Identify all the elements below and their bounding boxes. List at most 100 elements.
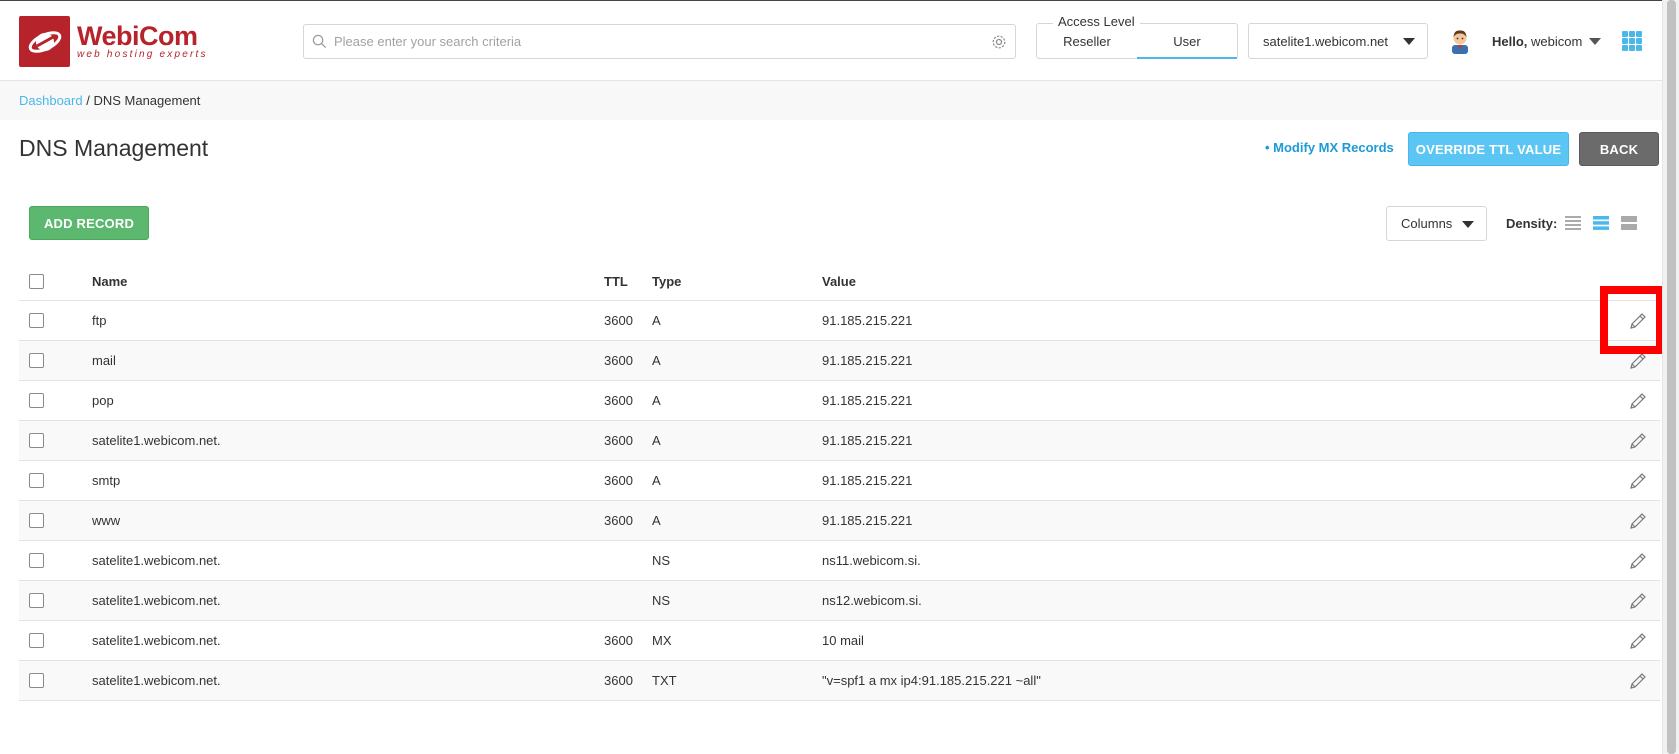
cell-name: mail [92,353,116,368]
breadcrumb-separator: / [82,93,94,108]
select-all-checkbox[interactable] [29,274,44,289]
row-checkbox[interactable] [29,553,44,568]
table-row: pop 3600 A 91.185.215.221 [19,381,1660,421]
gear-icon[interactable] [991,34,1007,50]
access-level-label: Access Level [1053,14,1140,29]
add-record-button[interactable]: ADD RECORD [29,206,149,240]
cell-type: A [652,353,661,368]
row-checkbox[interactable] [29,513,44,528]
pencil-icon[interactable] [1628,431,1648,451]
dns-records-table: Name TTL Type Value ftp 3600 A 91.185.215.2… [19,261,1660,701]
cell-type: A [652,513,661,528]
page-title: DNS Management [19,135,209,161]
columns-button[interactable]: Columns [1386,206,1487,241]
table-header-row: Name TTL Type Value [19,261,1660,301]
cell-value: "v=spf1 a mx ip4:91.185.215.221 ~all" [822,673,1041,688]
density-compact-icon[interactable] [1565,215,1581,231]
scrollbar-thumb[interactable] [1667,0,1676,754]
chevron-down-icon [1403,38,1415,45]
columns-button-label: Columns [1401,216,1453,231]
access-option-user[interactable]: User [1137,34,1237,59]
top-header: WebiCom web hosting experts Access Level… [0,0,1679,81]
vertical-scrollbar[interactable] [1662,0,1679,754]
density-standard-icon[interactable] [1593,215,1609,231]
breadcrumb: Dashboard / DNS Management [0,81,1662,120]
cell-name: satelite1.webicom.net. [92,433,221,448]
row-checkbox[interactable] [29,473,44,488]
row-checkbox[interactable] [29,313,44,328]
cell-name: www [92,513,121,528]
avatar[interactable] [1449,28,1471,54]
pencil-icon[interactable] [1628,511,1648,531]
search-input[interactable] [334,34,974,49]
cell-type: A [652,433,661,448]
cell-ttl: 3600 [604,633,633,648]
table-row: satelite1.webicom.net. NS ns12.webicom.si. [19,581,1660,621]
row-checkbox[interactable] [29,393,44,408]
search-icon [312,34,328,50]
highlight-box [1600,286,1664,354]
table-body: ftp 3600 A 91.185.215.221 mail 3600 A 91.185.21… [19,301,1660,701]
cell-value: 10 mail [822,633,864,648]
pencil-icon[interactable] [1628,631,1648,651]
back-button[interactable]: BACK [1579,132,1659,166]
column-header-ttl[interactable]: TTL [604,274,628,289]
column-header-value[interactable]: Value [822,274,856,289]
override-ttl-button[interactable]: OVERRIDE TTL VALUE [1408,132,1569,166]
cell-name: satelite1.webicom.net. [92,673,221,688]
pencil-icon[interactable] [1628,671,1648,691]
cell-name: ftp [92,313,107,328]
logo-name: WebiCom [77,21,198,51]
modify-mx-records-link[interactable]: • Modify MX Records [1265,140,1394,155]
density-label: Density: [1506,216,1558,231]
cell-name: satelite1.webicom.net. [92,553,221,568]
row-checkbox[interactable] [29,353,44,368]
pencil-icon[interactable] [1628,591,1648,611]
pencil-icon[interactable] [1628,391,1648,411]
density-comfortable-icon[interactable] [1621,215,1637,231]
table-row: satelite1.webicom.net. 3600 TXT "v=spf1 a m… [19,661,1660,701]
column-header-type[interactable]: Type [652,274,681,289]
access-level-toggle: Access Level Reseller User [1036,14,1238,59]
pencil-icon[interactable] [1628,471,1648,491]
cell-type: MX [652,633,672,648]
row-checkbox[interactable] [29,633,44,648]
cell-type: A [652,473,661,488]
chevron-down-icon[interactable] [1589,38,1601,45]
table-row: satelite1.webicom.net. 3600 MX 10 mail [19,621,1660,661]
row-checkbox[interactable] [29,673,44,688]
access-option-reseller[interactable]: Reseller [1037,34,1137,49]
pencil-icon[interactable] [1628,551,1648,571]
cell-type: A [652,313,661,328]
cell-value: 91.185.215.221 [822,433,913,448]
pencil-icon[interactable] [1628,351,1648,371]
cell-ttl: 3600 [604,393,633,408]
cell-name: satelite1.webicom.net. [92,593,221,608]
logo-tagline: web hosting experts [77,49,208,60]
breadcrumb-dashboard-link[interactable]: Dashboard [19,93,83,108]
apps-grid-icon[interactable] [1622,31,1642,51]
server-select-value: satelite1.webicom.net [1263,33,1389,49]
table-row: satelite1.webicom.net. NS ns11.webicom.si. [19,541,1660,581]
cell-name: satelite1.webicom.net. [92,633,221,648]
cell-value: ns11.webicom.si. [822,553,921,568]
cell-value: ns12.webicom.si. [822,593,922,608]
row-checkbox[interactable] [29,433,44,448]
cell-type: NS [652,593,671,608]
server-select[interactable]: satelite1.webicom.net [1248,23,1428,59]
webicom-logo[interactable]: WebiCom web hosting experts [19,16,208,67]
cell-ttl: 3600 [604,473,633,488]
table-row: www 3600 A 91.185.215.221 [19,501,1660,541]
row-checkbox[interactable] [29,593,44,608]
breadcrumb-current: DNS Management [93,93,201,108]
username: webicom [1531,34,1583,49]
search-box[interactable] [303,24,1016,59]
user-greeting[interactable]: Hello, webicom [1492,34,1582,49]
column-header-name[interactable]: Name [92,274,127,289]
cell-value: 91.185.215.221 [822,393,913,408]
cell-type: A [652,393,661,408]
cell-ttl: 3600 [604,353,633,368]
cell-type: NS [652,553,671,568]
cell-name: pop [92,393,114,408]
cell-value: 91.185.215.221 [822,513,913,528]
